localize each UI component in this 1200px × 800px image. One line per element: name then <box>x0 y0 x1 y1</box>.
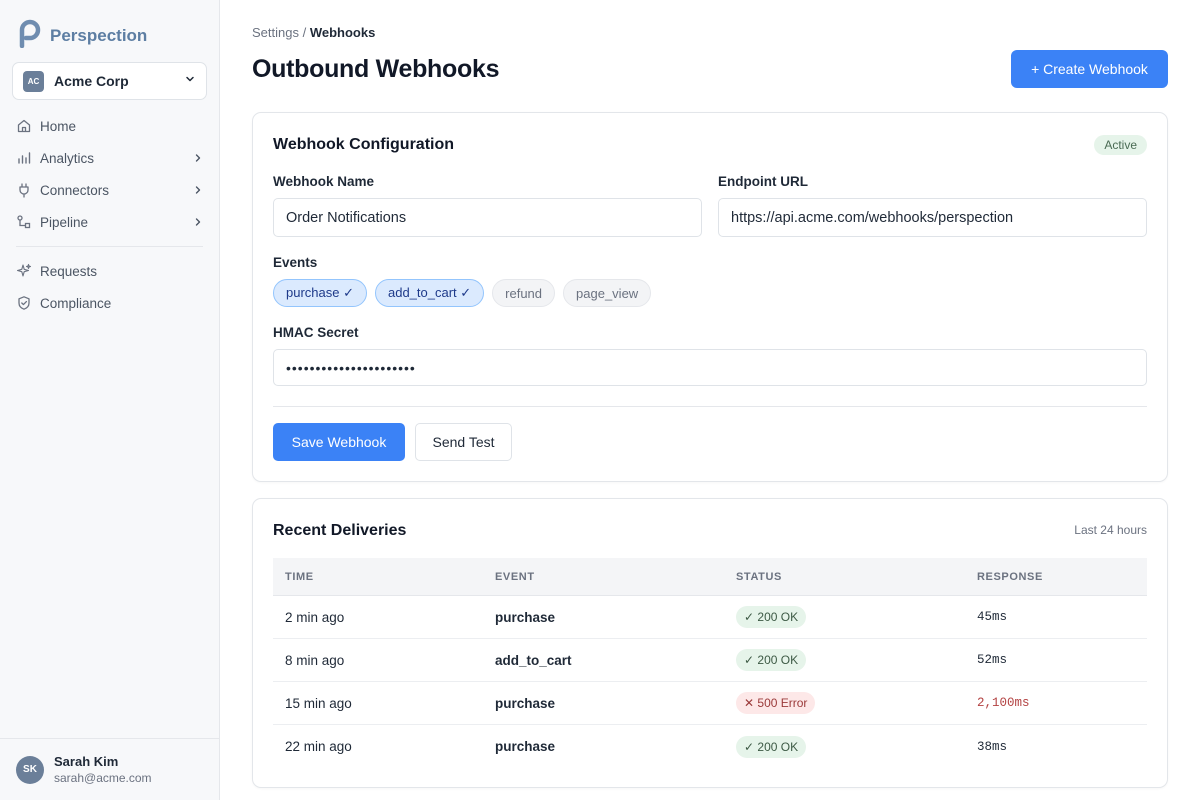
status-badge: ✕ 500 Error <box>736 692 816 714</box>
table-header: TIME EVENT STATUS RESPONSE <box>273 558 1147 596</box>
status-badge: ✓ 200 OK <box>736 649 807 671</box>
event-chip-add-to-cart[interactable]: add_to_cart ✓ <box>374 279 485 307</box>
sidebar-item-label: Pipeline <box>40 214 89 230</box>
send-test-button[interactable]: Send Test <box>415 423 512 461</box>
sidebar-item-label: Compliance <box>40 295 112 311</box>
event-chip-refund[interactable]: refund <box>492 279 556 307</box>
cell-event: purchase <box>495 609 556 625</box>
status-badge: ✓ 200 OK <box>736 735 807 758</box>
sidebar-item-compliance[interactable]: Compliance <box>12 287 207 319</box>
app-name: Perspection <box>50 25 148 45</box>
breadcrumb-separator: / <box>298 25 310 40</box>
hmac-secret-input[interactable] <box>273 349 1147 386</box>
cell-status: ✕ 500 Error <box>724 692 965 714</box>
cell-status: ✓ 200 OK <box>724 735 965 758</box>
chevron-right-icon <box>193 151 203 166</box>
sidebar-item-label: Requests <box>40 263 98 279</box>
sidebar-item-home[interactable]: Home <box>12 110 207 142</box>
cell-status: ✓ 200 OK <box>724 649 965 671</box>
event-chip-page-view[interactable]: page_view <box>563 279 652 307</box>
chart-icon <box>16 150 32 166</box>
divider <box>273 406 1147 407</box>
sidebar-item-analytics[interactable]: Analytics <box>12 142 207 174</box>
webhook-name-input[interactable] <box>273 198 702 237</box>
cell-response: 38ms <box>977 739 1008 754</box>
table-row[interactable]: 2 min ago purchase ✓ 200 OK 45ms <box>273 596 1147 639</box>
cell-event: purchase <box>495 739 556 754</box>
column-header-event: EVENT <box>495 570 535 583</box>
time-range-label: Last 24 hours <box>1074 523 1147 537</box>
column-header-status: STATUS <box>736 570 782 583</box>
cell-response: 2,100ms <box>977 696 1030 710</box>
cell-response: 45ms <box>977 610 1008 624</box>
plug-icon <box>16 182 32 198</box>
cell-time: 2 min ago <box>285 609 345 625</box>
events-label: Events <box>273 255 318 270</box>
column-header-time: TIME <box>285 570 314 583</box>
sidebar-item-label: Connectors <box>40 182 110 198</box>
table-row[interactable]: 22 min ago purchase ✓ 200 OK 38ms <box>273 725 1147 768</box>
home-icon <box>16 118 32 134</box>
chevron-down-icon <box>184 72 196 90</box>
org-switcher[interactable]: AC Acme Corp <box>12 62 207 100</box>
sidebar-item-label: Home <box>40 118 77 134</box>
cell-status: ✓ 200 OK <box>724 606 965 628</box>
org-name: Acme Corp <box>54 73 129 89</box>
cell-response: 52ms <box>977 653 1008 667</box>
table-row[interactable]: 15 min ago purchase ✕ 500 Error 2,100ms <box>273 682 1147 725</box>
org-badge: AC <box>23 70 44 92</box>
recent-deliveries-card: Recent Deliveries Last 24 hours TIME EVE… <box>252 498 1168 788</box>
status-badge: Active <box>1094 135 1147 155</box>
config-title: Webhook Configuration <box>273 136 455 153</box>
deliveries-table: TIME EVENT STATUS RESPONSE 2 min ago pur… <box>273 558 1147 768</box>
webhook-name-label: Webhook Name <box>273 174 375 189</box>
pipeline-icon <box>16 214 32 230</box>
save-webhook-button[interactable]: Save Webhook <box>273 423 405 461</box>
chevron-right-icon <box>193 215 203 230</box>
status-badge: ✓ 200 OK <box>736 606 807 628</box>
hmac-secret-label: HMAC Secret <box>273 325 359 340</box>
shield-icon <box>16 295 32 311</box>
endpoint-url-input[interactable] <box>718 198 1147 237</box>
cell-event: purchase <box>495 695 556 711</box>
cell-event: add_to_cart <box>495 652 572 668</box>
breadcrumb: Settings / Webhooks <box>252 25 375 40</box>
create-webhook-button[interactable]: + Create Webhook <box>1011 50 1168 88</box>
user-info: Sarah Kim sarah@acme.com <box>54 754 152 785</box>
cell-time: 22 min ago <box>285 739 352 754</box>
webhook-config-card: Webhook Configuration Active Webhook Nam… <box>252 112 1168 482</box>
cell-time: 8 min ago <box>285 652 345 668</box>
nav-divider <box>16 246 203 247</box>
app-logo[interactable]: Perspection <box>16 18 147 53</box>
event-chips: purchase ✓ add_to_cart ✓ refund page_vie… <box>273 279 659 307</box>
page-title: Outbound Webhooks <box>252 55 500 83</box>
sidebar-nav: Home Analytics Connectors Pipeline Reque… <box>12 110 207 319</box>
sparkle-icon <box>16 263 32 279</box>
user-name: Sarah Kim <box>54 754 119 769</box>
chevron-right-icon <box>193 183 203 198</box>
event-chip-purchase[interactable]: purchase ✓ <box>273 279 367 307</box>
column-header-response: RESPONSE <box>977 570 1043 583</box>
breadcrumb-current: Webhooks <box>309 25 376 40</box>
sidebar: Perspection AC Acme Corp Home Analytics <box>0 0 220 800</box>
sidebar-item-requests[interactable]: Requests <box>12 255 207 287</box>
user-profile[interactable]: SK Sarah Kim sarah@acme.com <box>0 738 219 800</box>
sidebar-item-pipeline[interactable]: Pipeline <box>12 206 207 238</box>
breadcrumb-parent[interactable]: Settings <box>252 25 299 40</box>
table-row[interactable]: 8 min ago add_to_cart ✓ 200 OK 52ms <box>273 639 1147 682</box>
cell-time: 15 min ago <box>285 695 352 711</box>
sidebar-item-label: Analytics <box>40 150 95 166</box>
user-email: sarah@acme.com <box>54 771 152 785</box>
endpoint-url-label: Endpoint URL <box>718 174 808 189</box>
logo-icon <box>16 18 44 53</box>
sidebar-item-connectors[interactable]: Connectors <box>12 174 207 206</box>
deliveries-title: Recent Deliveries <box>273 522 407 539</box>
avatar: SK <box>16 755 44 784</box>
